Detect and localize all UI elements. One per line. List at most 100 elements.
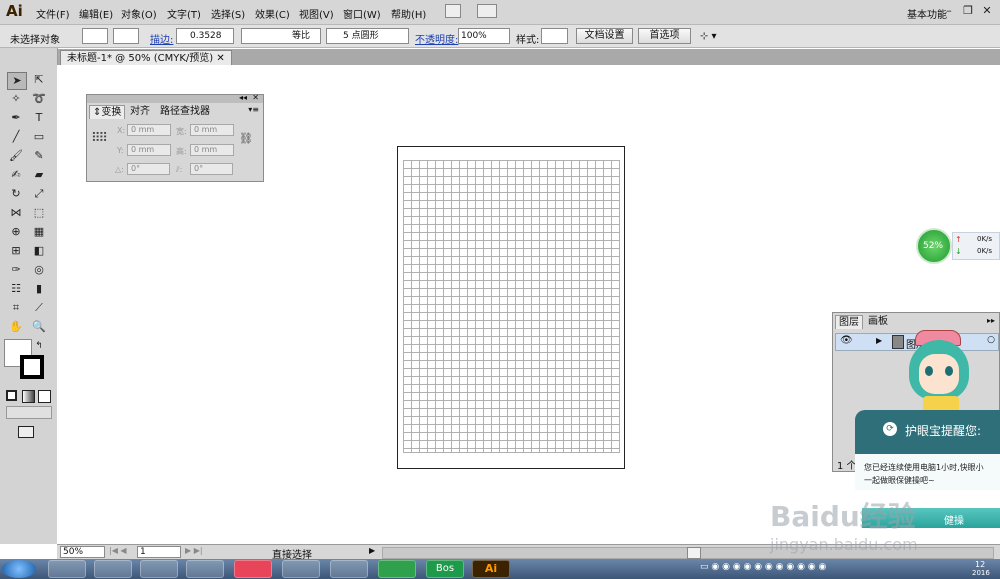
close-panel-icon[interactable]: ✕ [252, 93, 259, 102]
target-icon[interactable]: ○ [987, 335, 995, 345]
color-mode-icon[interactable] [6, 390, 17, 401]
screen-mode-icon[interactable] [18, 426, 34, 438]
artboard-select[interactable]: 1 [137, 546, 181, 558]
perspective-grid-tool-icon[interactable]: ▦ [30, 224, 48, 240]
opacity-link[interactable]: 不透明度: [415, 31, 458, 46]
menu-file[interactable]: 文件(F) [36, 6, 70, 21]
tab-align[interactable]: 对齐 [127, 105, 153, 118]
opacity-input[interactable]: 100% [458, 28, 510, 44]
minimize-icon[interactable]: – [940, 3, 958, 19]
scrollbar-thumb[interactable] [687, 547, 701, 559]
taskbar-ie-icon[interactable] [282, 560, 320, 578]
pencil-tool-icon[interactable]: ✎ [30, 148, 48, 164]
gradient-tool-icon[interactable]: ◧ [30, 243, 48, 259]
panel-menu-icon[interactable]: ▾≡ [248, 105, 259, 114]
collapse-panel-icon[interactable]: ◂◂ [239, 93, 247, 102]
bridge-icon[interactable] [445, 4, 461, 18]
close-icon[interactable]: ✕ [978, 3, 996, 19]
panel-title-bar[interactable] [87, 95, 263, 103]
net-speed-widget[interactable]: 52% ↑ 0K/s ↓ 0K/s [916, 228, 1000, 264]
panel-menu-icon[interactable]: ▸▸ [987, 316, 995, 325]
memory-gauge[interactable]: 52% [916, 228, 952, 264]
taskbar-s-app-icon[interactable] [378, 560, 416, 578]
last-artboard-icon[interactable]: ▶ ▶| [185, 546, 203, 555]
taskbar-illustrator-app[interactable]: Ai [472, 560, 510, 578]
type-tool-icon[interactable]: T [30, 110, 48, 126]
rectangle-tool-icon[interactable]: ▭ [30, 129, 48, 145]
tab-pathfinder[interactable]: 路径查找器 [157, 105, 213, 118]
symbol-sprayer-tool-icon[interactable]: ☷ [7, 281, 25, 297]
taskbar-app-colorful-icon[interactable] [48, 560, 86, 578]
height-field[interactable]: 0 mm [190, 144, 234, 156]
zoom-tool-icon[interactable]: 🔍 [30, 319, 48, 335]
first-artboard-icon[interactable]: |◀ ◀ [109, 546, 127, 555]
arrange-documents-icon[interactable] [477, 4, 497, 18]
visibility-eye-icon[interactable]: 👁 [840, 335, 853, 346]
menu-type[interactable]: 文字(T) [167, 6, 201, 21]
close-tab-icon[interactable]: ✕ [216, 53, 224, 64]
zoom-select[interactable]: 50% [60, 546, 105, 558]
eraser-tool-icon[interactable]: ▰ [30, 167, 48, 183]
menu-help[interactable]: 帮助(H) [391, 6, 426, 21]
free-transform-tool-icon[interactable]: ⬚ [30, 205, 48, 221]
y-field[interactable]: 0 mm [127, 144, 171, 156]
start-button[interactable] [2, 560, 36, 578]
selection-tool-icon[interactable]: ➤ [7, 72, 27, 90]
constrain-proportions-icon[interactable]: ⛓ [239, 132, 253, 145]
document-tab[interactable]: 未标题-1* @ 50% (CMYK/预览) ✕ [60, 50, 232, 66]
eye-care-popup[interactable]: ⟳ 护眼宝提醒您: 您已经连续使用电脑1小时,快眼小 一起做眼保健操吧~ [855, 410, 1000, 490]
pen-tool-icon[interactable]: ✒ [7, 110, 25, 126]
clock-date[interactable]: 2016 [972, 569, 990, 577]
stroke-swatch[interactable] [113, 28, 139, 44]
menu-object[interactable]: 对象(O) [121, 6, 157, 21]
column-graph-tool-icon[interactable]: ▮ [30, 281, 48, 297]
align-options-icon[interactable]: ⊹ ▾ [700, 31, 717, 42]
taskbar-browser-icon[interactable] [94, 560, 132, 578]
width-field[interactable]: 0 mm [190, 124, 234, 136]
gradient-mode-icon[interactable] [22, 390, 35, 403]
menu-select[interactable]: 选择(S) [211, 6, 245, 21]
stroke-link[interactable]: 描边: [150, 31, 173, 46]
taskbar-360-icon[interactable] [330, 560, 368, 578]
preferences-button[interactable]: 首选项 [638, 28, 691, 44]
mesh-tool-icon[interactable]: ⊞ [7, 243, 25, 259]
menu-edit[interactable]: 编辑(E) [79, 6, 113, 21]
taskbar-bos-app[interactable]: Bos [426, 560, 464, 578]
hand-tool-icon[interactable]: ✋ [7, 319, 25, 335]
line-tool-icon[interactable]: ╱ [7, 129, 25, 145]
menu-view[interactable]: 视图(V) [299, 6, 334, 21]
maximize-icon[interactable]: ❐ [959, 3, 977, 19]
taskbar-heart-app-icon[interactable] [234, 560, 272, 578]
expand-layer-icon[interactable]: ▶ [876, 336, 882, 345]
menu-effect[interactable]: 效果(C) [255, 6, 290, 21]
tab-transform[interactable]: ⇕变换 [89, 105, 126, 119]
none-mode-icon[interactable] [38, 390, 51, 403]
tab-artboards[interactable]: 画板 [865, 315, 891, 328]
graphic-style-picker[interactable] [541, 28, 568, 44]
shape-builder-tool-icon[interactable]: ⊕ [7, 224, 25, 240]
shear-field[interactable]: 0° [190, 163, 233, 175]
taskbar-wechat-icon[interactable] [186, 560, 224, 578]
reference-point-icon[interactable]: ⠿⠿ [91, 131, 108, 146]
rotate-tool-icon[interactable]: ↻ [7, 186, 25, 202]
magic-wand-tool-icon[interactable]: ✧ [7, 91, 25, 107]
status-menu-icon[interactable]: ▶ [369, 546, 375, 555]
stroke-weight-input[interactable]: 0.3528 [176, 28, 234, 44]
menu-window[interactable]: 窗口(W) [343, 6, 381, 21]
variable-width-profile[interactable]: 等比 [241, 28, 321, 44]
paintbrush-tool-icon[interactable]: 🖌 [7, 148, 25, 164]
x-field[interactable]: 0 mm [127, 124, 171, 136]
tab-layers[interactable]: 图层 [835, 315, 863, 329]
document-setup-button[interactable]: 文档设置 [576, 28, 633, 44]
fill-swatch[interactable] [82, 28, 108, 44]
rotate-field[interactable]: 0° [127, 163, 170, 175]
clock-time[interactable]: 12 [975, 560, 985, 569]
stroke-color-icon[interactable] [20, 355, 44, 379]
scale-tool-icon[interactable]: ⤢ [30, 186, 48, 202]
direct-selection-tool-icon[interactable]: ⇱ [30, 72, 48, 88]
width-tool-icon[interactable]: ⋈ [7, 205, 25, 221]
brush-definition[interactable]: 5 点圆形 [326, 28, 409, 44]
swap-fill-stroke-icon[interactable]: ↰ [34, 338, 44, 354]
blend-tool-icon[interactable]: ◎ [30, 262, 48, 278]
lasso-tool-icon[interactable]: ➰ [30, 91, 48, 107]
